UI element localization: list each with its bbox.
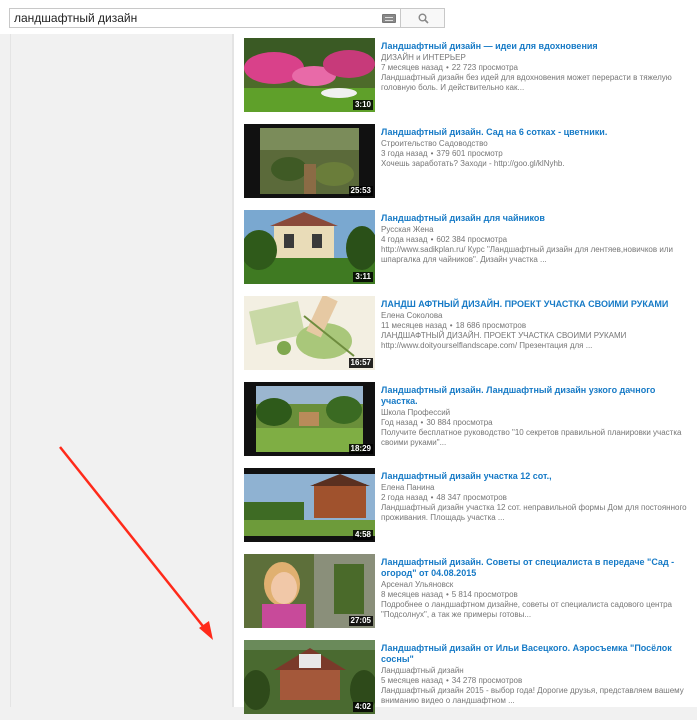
video-meta: 2 года назад • 48 347 просмотров xyxy=(381,493,507,502)
search-results-list: 3:10 Ландшафтный дизайн — идеи для вдохн… xyxy=(233,34,697,714)
video-thumbnail[interactable]: 3:10 xyxy=(244,38,375,112)
video-title[interactable]: Ландшафтный дизайн для чайников xyxy=(381,213,693,224)
video-meta: Год назад • 30 884 просмотра xyxy=(381,418,493,427)
video-description: Получите бесплатное руководство "10 секр… xyxy=(381,428,682,447)
video-description: Подробнее о ландшафтном дизайне, советы … xyxy=(381,600,673,619)
video-meta: 4 года назад • 602 384 просмотра xyxy=(381,235,508,244)
video-thumbnail[interactable]: 4:02 xyxy=(244,640,375,714)
video-result[interactable]: 4:02 Ландшафтный дизайн от Ильи Васецког… xyxy=(244,640,694,720)
video-info: Ландшафтный дизайн. Ландшафтный дизайн у… xyxy=(381,385,693,448)
video-thumbnail[interactable]: 16:57 xyxy=(244,296,375,370)
video-result[interactable]: 3:11 Ландшафтный дизайн для чайников Рус… xyxy=(244,210,694,290)
video-channel[interactable]: ДИЗАЙН и ИНТЕРЬЕР xyxy=(381,53,693,63)
video-channel[interactable]: Строительство Садоводство xyxy=(381,139,693,149)
video-channel[interactable]: Елена Панина xyxy=(381,483,693,493)
video-meta: 8 месяцев назад • 5 814 просмотров xyxy=(381,590,518,599)
video-title[interactable]: Ландшафтный дизайн. Советы от специалист… xyxy=(381,557,693,579)
video-duration: 4:02 xyxy=(352,702,373,712)
video-views: 5 814 просмотров xyxy=(451,590,518,599)
video-title[interactable]: Ландшафтный дизайн от Ильи Васецкого. Аэ… xyxy=(381,643,693,665)
video-info: Ландшафтный дизайн участка 12 сот., Елен… xyxy=(381,471,693,523)
video-result[interactable]: 18:29 Ландшафтный дизайн. Ландшафтный ди… xyxy=(244,382,694,462)
video-description: Ландшафтный дизайн участка 12 сот. непра… xyxy=(381,503,687,522)
video-title[interactable]: Ландшафтный дизайн. Ландшафтный дизайн у… xyxy=(381,385,693,407)
video-meta: 3 года назад • 379 601 просмотр xyxy=(381,149,503,158)
video-age: 7 месяцев назад xyxy=(381,63,443,72)
video-info: ЛАНДШ АФТНЫЙ ДИЗАЙН. ПРОЕКТ УЧАСТКА СВОИ… xyxy=(381,299,693,351)
video-duration: 3:10 xyxy=(352,100,373,110)
search-button[interactable] xyxy=(400,8,445,28)
video-views: 18 686 просмотров xyxy=(455,321,527,330)
video-age: 3 года назад xyxy=(381,149,428,158)
video-info: Ландшафтный дизайн. Советы от специалист… xyxy=(381,557,693,620)
video-age: 2 года назад xyxy=(381,493,428,502)
video-title[interactable]: Ландшафтный дизайн. Сад на 6 сотках - цв… xyxy=(381,127,693,138)
video-views: 30 884 просмотра xyxy=(426,418,493,427)
search-query: ландшафтный дизайн xyxy=(14,11,138,25)
video-description: http://www.sadikplan.ru/ Курс "Ландшафтн… xyxy=(381,245,673,264)
search-input[interactable]: ландшафтный дизайн xyxy=(9,8,401,28)
video-title[interactable]: Ландшафтный дизайн — идеи для вдохновени… xyxy=(381,41,693,52)
video-result[interactable]: 4:58 Ландшафтный дизайн участка 12 сот.,… xyxy=(244,468,694,548)
video-channel[interactable]: Русская Жена xyxy=(381,225,693,235)
video-views: 602 384 просмотра xyxy=(436,235,508,244)
video-age: 11 месяцев назад xyxy=(381,321,447,330)
video-result[interactable]: 27:05 Ландшафтный дизайн. Советы от спец… xyxy=(244,554,694,634)
video-channel[interactable]: Ландшафтный дизайн xyxy=(381,666,693,676)
video-title[interactable]: Ландшафтный дизайн участка 12 сот., xyxy=(381,471,693,482)
video-meta: 11 месяцев назад • 18 686 просмотров xyxy=(381,321,527,330)
video-thumbnail[interactable]: 4:58 xyxy=(244,468,375,542)
video-result[interactable]: 25:53 Ландшафтный дизайн. Сад на 6 сотка… xyxy=(244,124,694,204)
video-age: 4 года назад xyxy=(381,235,428,244)
video-channel[interactable]: Школа Профессий xyxy=(381,408,693,418)
video-description: ЛАНДШАФТНЫЙ ДИЗАЙН. ПРОЕКТ УЧАСТКА СВОИМ… xyxy=(381,331,627,350)
video-channel[interactable]: Елена Соколова xyxy=(381,311,693,321)
video-duration: 3:11 xyxy=(353,272,373,282)
video-duration: 4:58 xyxy=(352,530,373,540)
video-age: 8 месяцев назад xyxy=(381,590,443,599)
video-meta: 5 месяцев назад • 34 278 просмотров xyxy=(381,676,523,685)
magnifier-icon xyxy=(418,13,429,24)
video-info: Ландшафтный дизайн от Ильи Васецкого. Аэ… xyxy=(381,643,693,706)
video-description: Ландшафтный дизайн без идей для вдохнове… xyxy=(381,73,672,92)
video-thumbnail[interactable]: 3:11 xyxy=(244,210,375,284)
video-age: Год назад xyxy=(381,418,418,427)
video-description: Ландшафтный дизайн 2015 - выбор года! До… xyxy=(381,686,684,705)
video-title[interactable]: ЛАНДШ АФТНЫЙ ДИЗАЙН. ПРОЕКТ УЧАСТКА СВОИ… xyxy=(381,299,693,310)
video-duration: 27:05 xyxy=(348,616,373,626)
video-thumbnail[interactable]: 18:29 xyxy=(244,382,375,456)
video-description: Хочешь заработать? Заходи - http://goo.g… xyxy=(381,159,565,168)
guide-sidebar xyxy=(10,34,233,707)
keyboard-icon[interactable] xyxy=(382,14,396,23)
video-thumbnail[interactable]: 27:05 xyxy=(244,554,375,628)
video-duration: 25:53 xyxy=(348,186,373,196)
masthead: ландшафтный дизайн xyxy=(0,0,697,34)
video-info: Ландшафтный дизайн. Сад на 6 сотках - цв… xyxy=(381,127,693,169)
video-duration: 16:57 xyxy=(348,358,373,368)
video-result[interactable]: 3:10 Ландшафтный дизайн — идеи для вдохн… xyxy=(244,38,694,118)
video-info: Ландшафтный дизайн для чайников Русская … xyxy=(381,213,693,265)
video-info: Ландшафтный дизайн — идеи для вдохновени… xyxy=(381,41,693,93)
video-duration: 18:29 xyxy=(348,444,373,454)
video-views: 22 723 просмотра xyxy=(451,63,519,72)
video-views: 34 278 просмотров xyxy=(451,676,523,685)
video-thumbnail[interactable]: 25:53 xyxy=(244,124,375,198)
video-views: 379 601 просмотр xyxy=(436,149,503,158)
video-channel[interactable]: Арсенал Ульяновск xyxy=(381,580,693,590)
video-views: 48 347 просмотров xyxy=(436,493,507,502)
video-result[interactable]: 16:57 ЛАНДШ АФТНЫЙ ДИЗАЙН. ПРОЕКТ УЧАСТК… xyxy=(244,296,694,376)
video-meta: 7 месяцев назад • 22 723 просмотра xyxy=(381,63,519,72)
video-age: 5 месяцев назад xyxy=(381,676,443,685)
